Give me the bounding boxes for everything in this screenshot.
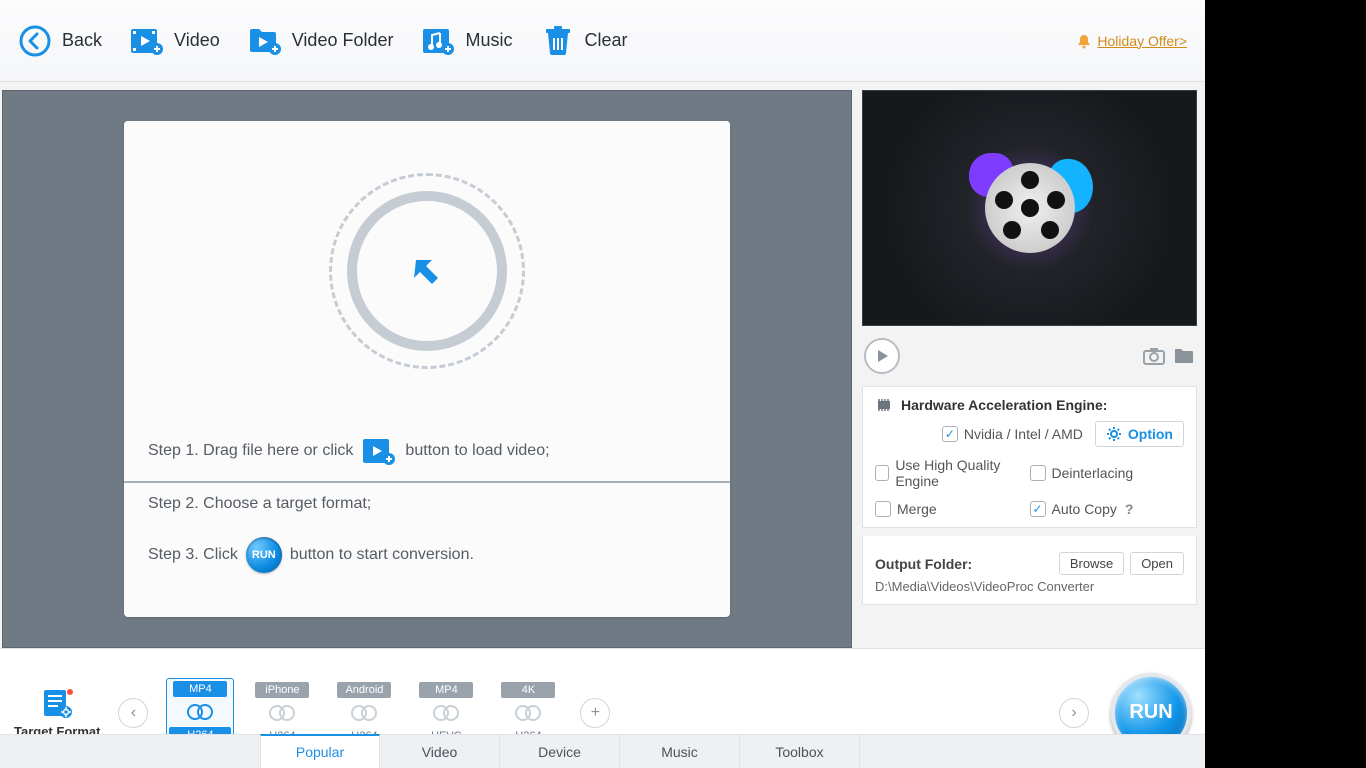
holiday-offer-link[interactable]: Holiday Offer>: [1076, 33, 1187, 49]
drop-zone-container: Step 1. Drag file here or click button t…: [2, 90, 852, 648]
music-label: Music: [465, 30, 512, 51]
hw-title: Hardware Acceleration Engine:: [901, 397, 1107, 413]
drop-card: Step 1. Drag file here or click button t…: [124, 121, 730, 617]
format-next-button[interactable]: ›: [1059, 698, 1089, 728]
tab-device[interactable]: Device: [500, 735, 620, 768]
arrow-upleft-icon: [406, 250, 448, 292]
tab-toolbox[interactable]: Toolbox: [740, 735, 860, 768]
folder-video-plus-icon: [248, 24, 282, 58]
side-panel: Hardware Acceleration Engine: ✓ Nvidia /…: [862, 90, 1197, 648]
music-plus-icon: [421, 24, 455, 58]
preview-controls: [862, 334, 1197, 378]
target-format-button[interactable]: Target Format: [14, 686, 100, 739]
drop-target[interactable]: [124, 121, 730, 421]
output-path: D:\Media\Videos\VideoProc Converter: [875, 579, 1184, 594]
snapshot-button[interactable]: [1143, 347, 1165, 365]
video-plus-icon: [130, 24, 164, 58]
app-logo-icon: [985, 163, 1075, 253]
target-format-icon: [40, 686, 74, 720]
snapshot-folder-button[interactable]: [1173, 347, 1195, 365]
camera-icon: [1143, 347, 1165, 365]
hq-engine-checkbox[interactable]: Use High Quality Engine: [875, 457, 1030, 489]
bell-icon: [1076, 33, 1092, 49]
tab-popular[interactable]: Popular: [260, 734, 380, 768]
format-prev-button[interactable]: ‹: [118, 698, 148, 728]
open-folder-button[interactable]: Open: [1130, 552, 1184, 575]
holiday-offer-label: Holiday Offer>: [1097, 33, 1187, 49]
tab-music[interactable]: Music: [620, 735, 740, 768]
toolbar: Back Video Video Folder Music Clear: [0, 0, 1205, 82]
back-label: Back: [62, 30, 102, 51]
add-music-button[interactable]: Music: [421, 24, 512, 58]
folder-icon: [1173, 347, 1195, 365]
deinterlacing-checkbox[interactable]: Deinterlacing: [1030, 457, 1185, 489]
step2-text: Step 2. Choose a target format;: [124, 483, 730, 525]
hw-option-button[interactable]: Option: [1095, 421, 1184, 447]
add-video-button[interactable]: Video: [130, 24, 220, 58]
output-folder-panel: Output Folder: Browse Open D:\Media\Vide…: [862, 536, 1197, 605]
back-arrow-icon: [18, 24, 52, 58]
autocopy-checkbox[interactable]: ✓Auto Copy?: [1030, 501, 1185, 517]
video-plus-inline-icon: [361, 433, 397, 469]
back-button[interactable]: Back: [18, 24, 102, 58]
drop-ring-icon: [347, 191, 507, 351]
clear-button[interactable]: Clear: [541, 24, 628, 58]
format-strip: Target Format ‹ MP4H264iPhoneH264Android…: [0, 648, 1205, 768]
step3-text: Step 3. Click RUN button to start conver…: [124, 525, 730, 585]
add-video-folder-button[interactable]: Video Folder: [248, 24, 394, 58]
format-add-button[interactable]: +: [580, 698, 610, 728]
merge-checkbox[interactable]: Merge: [875, 501, 1030, 517]
gear-icon: [1106, 426, 1122, 442]
hw-accel-panel: Hardware Acceleration Engine: ✓ Nvidia /…: [862, 386, 1197, 528]
play-icon: [875, 349, 889, 363]
output-folder-label: Output Folder:: [875, 556, 972, 572]
preview-play-button[interactable]: [864, 338, 900, 374]
help-icon[interactable]: ?: [1125, 501, 1134, 517]
main-area: Step 1. Drag file here or click button t…: [0, 82, 1205, 648]
browse-button[interactable]: Browse: [1059, 552, 1124, 575]
trash-icon: [541, 24, 575, 58]
chip-icon: [875, 397, 893, 413]
clear-label: Clear: [585, 30, 628, 51]
format-category-tabs: PopularVideoDeviceMusicToolbox: [0, 734, 1205, 768]
run-inline-icon: RUN: [246, 537, 282, 573]
video-label: Video: [174, 30, 220, 51]
preview-pane: [862, 90, 1197, 326]
video-folder-label: Video Folder: [292, 30, 394, 51]
tab-video[interactable]: Video: [380, 735, 500, 768]
step1-text: Step 1. Drag file here or click button t…: [124, 421, 730, 481]
hw-gpu-checkbox[interactable]: ✓ Nvidia / Intel / AMD: [942, 426, 1083, 442]
